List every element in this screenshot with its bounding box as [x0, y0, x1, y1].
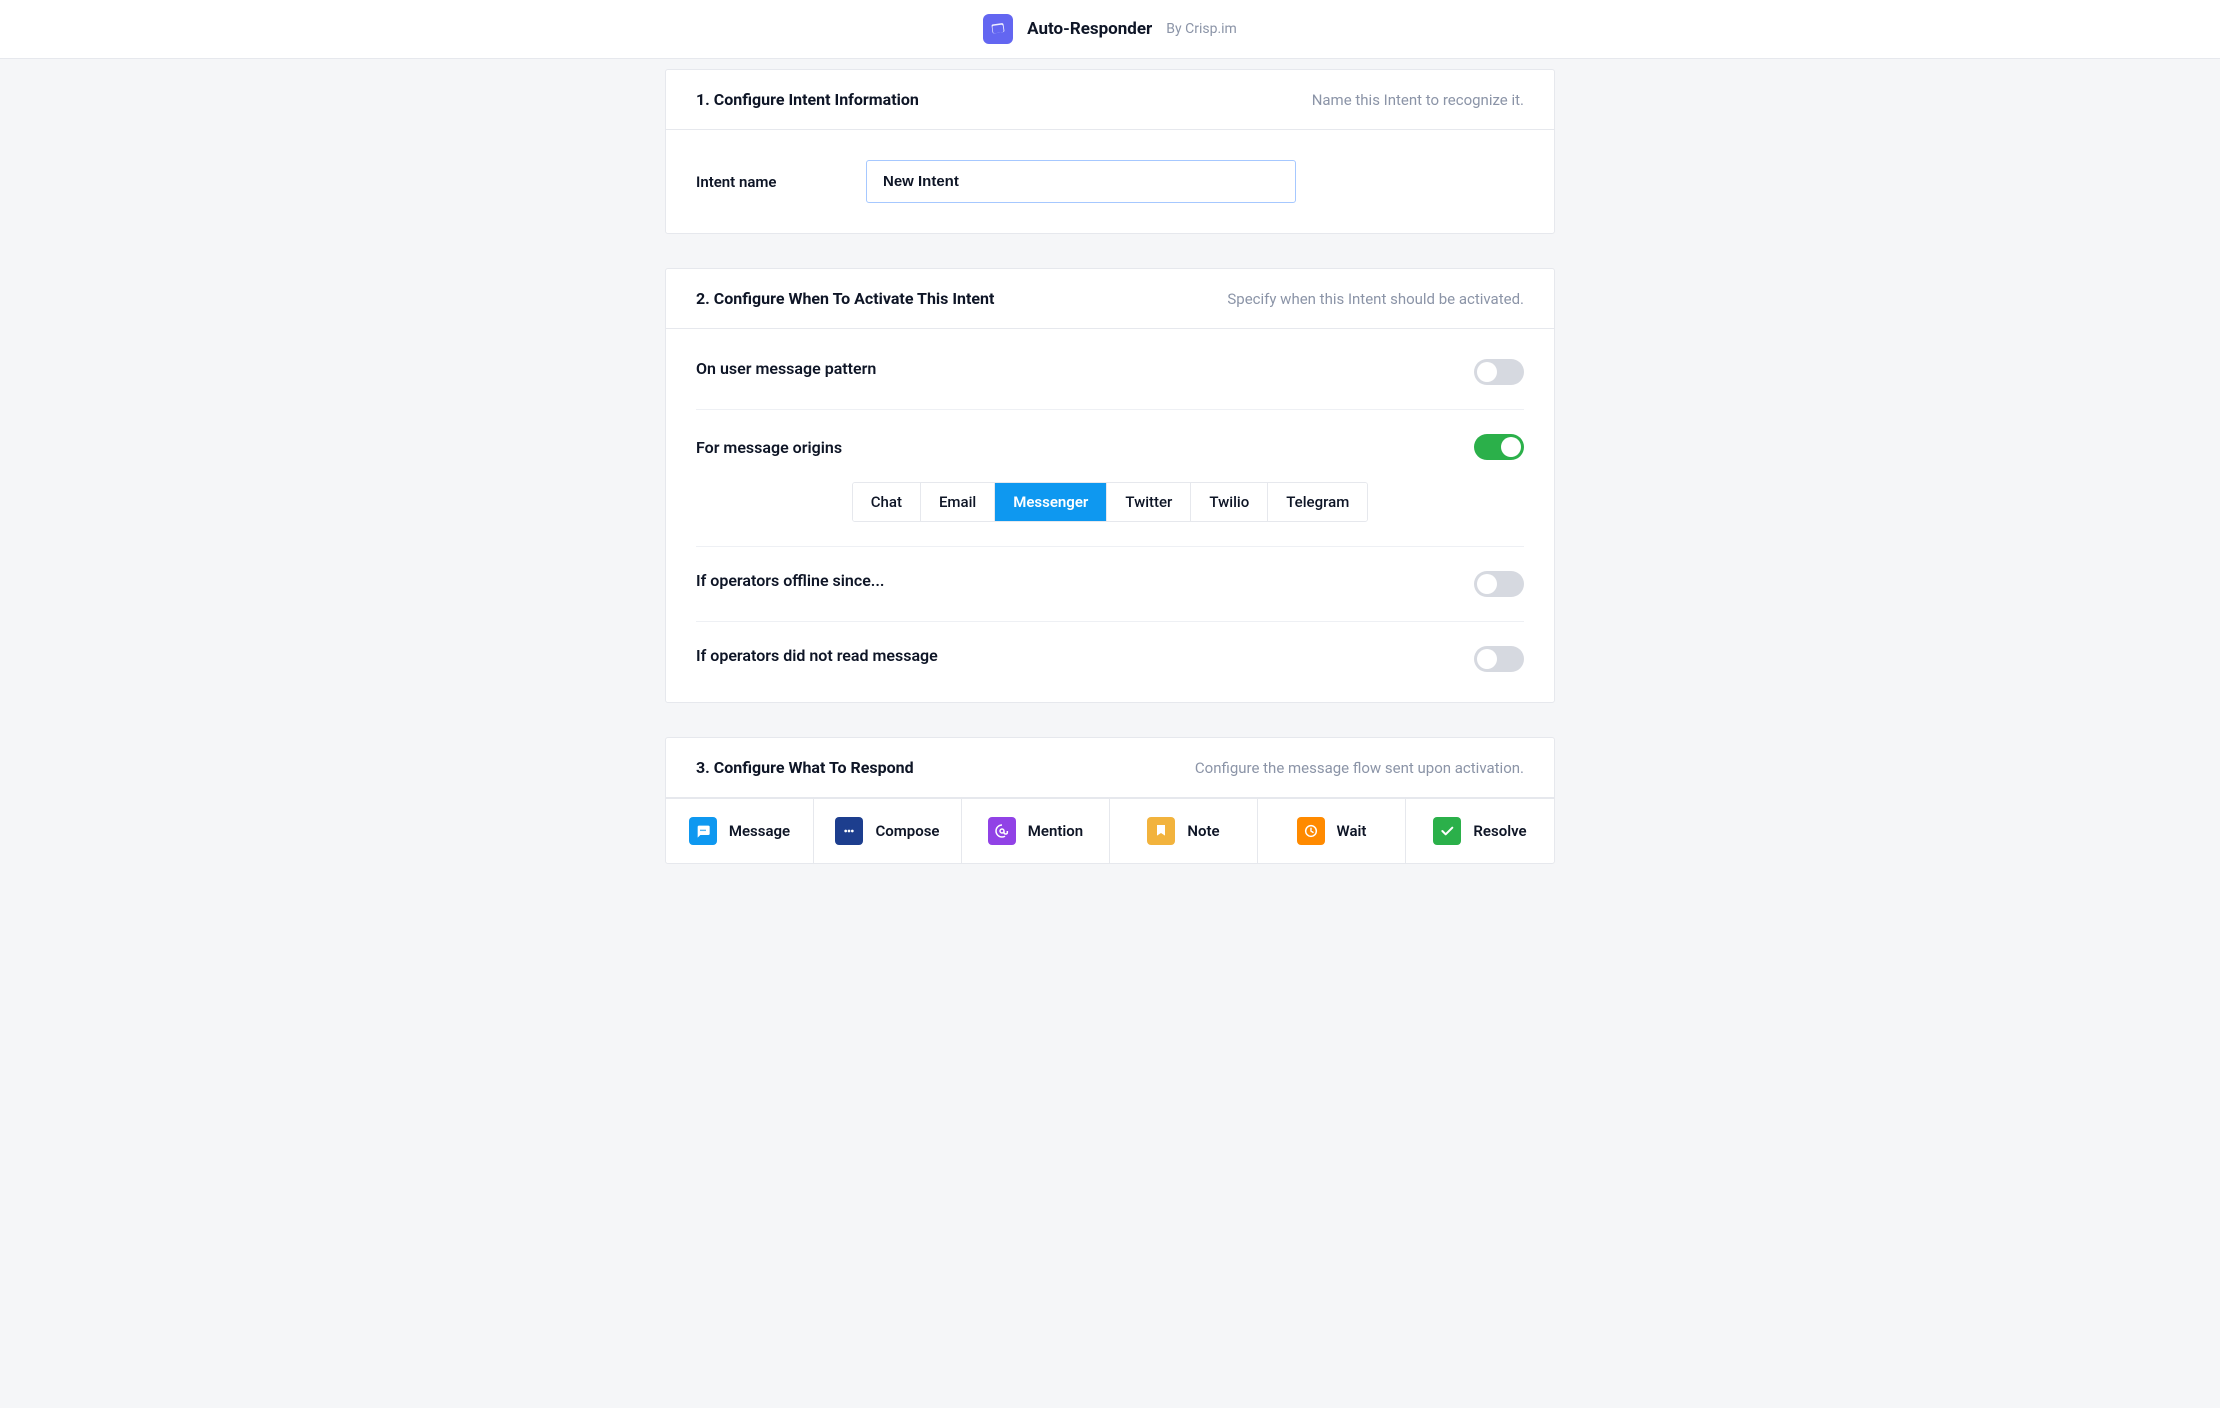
- section1-subtitle: Name this Intent to recognize it.: [1312, 91, 1524, 109]
- respond-action-wait[interactable]: Wait: [1258, 799, 1406, 863]
- respond-action-label: Message: [729, 822, 790, 840]
- resolve-icon: [1433, 817, 1461, 845]
- respond-action-label: Mention: [1028, 822, 1083, 840]
- offline-toggle[interactable]: [1474, 571, 1524, 597]
- section2-title: 2. Configure When To Activate This Inten…: [696, 289, 994, 308]
- origin-option-chat[interactable]: Chat: [853, 483, 921, 521]
- respond-actions: Message Compose Mention Note Wait Resolve: [666, 798, 1554, 863]
- section-when-activate: 2. Configure When To Activate This Inten…: [665, 268, 1555, 703]
- section-what-respond: 3. Configure What To Respond Configure t…: [665, 737, 1555, 864]
- respond-action-label: Resolve: [1473, 822, 1526, 840]
- compose-icon: [835, 817, 863, 845]
- section2-subtitle: Specify when this Intent should be activ…: [1227, 290, 1524, 308]
- pattern-label: On user message pattern: [696, 359, 1474, 378]
- section3-title: 3. Configure What To Respond: [696, 758, 914, 777]
- offline-label: If operators offline since...: [696, 571, 1474, 590]
- origin-option-telegram[interactable]: Telegram: [1268, 483, 1367, 521]
- origins-segmented: ChatEmailMessengerTwitterTwilioTelegram: [852, 482, 1369, 522]
- wait-icon: [1297, 817, 1325, 845]
- unread-label: If operators did not read message: [696, 646, 1474, 665]
- origin-option-twitter[interactable]: Twitter: [1107, 483, 1191, 521]
- respond-action-message[interactable]: Message: [666, 799, 814, 863]
- mention-icon: [988, 817, 1016, 845]
- app-byline: By Crisp.im: [1166, 21, 1237, 37]
- note-icon: [1147, 817, 1175, 845]
- section3-subtitle: Configure the message flow sent upon act…: [1195, 759, 1524, 777]
- app-title: Auto-Responder: [1027, 19, 1152, 39]
- pattern-toggle[interactable]: [1474, 359, 1524, 385]
- top-header: Auto-Responder By Crisp.im: [0, 0, 2220, 59]
- respond-action-compose[interactable]: Compose: [814, 799, 962, 863]
- respond-action-label: Wait: [1337, 822, 1367, 840]
- respond-action-resolve[interactable]: Resolve: [1406, 799, 1554, 863]
- intent-name-input[interactable]: [866, 160, 1296, 203]
- respond-action-note[interactable]: Note: [1110, 799, 1258, 863]
- section-intent-info: 1. Configure Intent Information Name thi…: [665, 69, 1555, 234]
- respond-action-mention[interactable]: Mention: [962, 799, 1110, 863]
- app-icon: [983, 14, 1013, 44]
- respond-action-label: Compose: [875, 822, 939, 840]
- intent-name-label: Intent name: [696, 173, 846, 191]
- origins-label: For message origins: [696, 438, 842, 457]
- section1-title: 1. Configure Intent Information: [696, 90, 919, 109]
- origin-option-messenger[interactable]: Messenger: [995, 483, 1107, 521]
- respond-action-label: Note: [1187, 822, 1219, 840]
- message-icon: [689, 817, 717, 845]
- origin-option-twilio[interactable]: Twilio: [1191, 483, 1268, 521]
- unread-toggle[interactable]: [1474, 646, 1524, 672]
- origin-option-email[interactable]: Email: [921, 483, 995, 521]
- origins-toggle[interactable]: [1474, 434, 1524, 460]
